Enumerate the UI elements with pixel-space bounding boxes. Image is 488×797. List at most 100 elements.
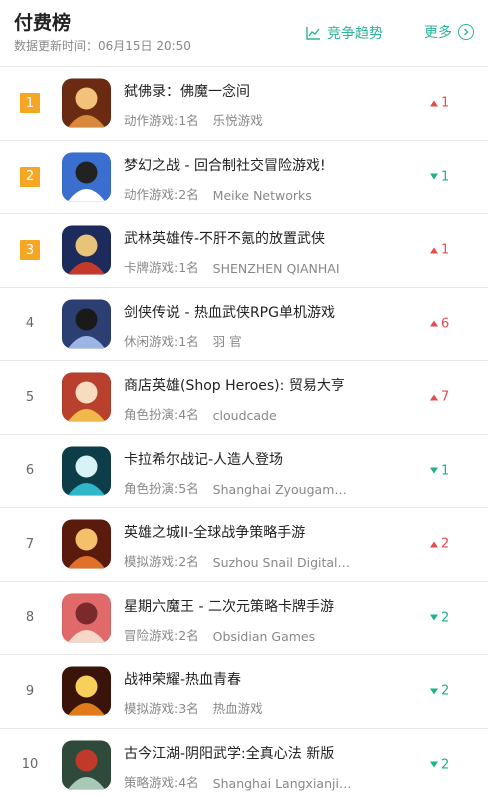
app-meta: 模拟游戏:3名 热血游戏 bbox=[124, 698, 263, 717]
app-name[interactable]: 弑佛录：佛魔一念间 bbox=[124, 81, 352, 101]
page-title: 付费榜 bbox=[14, 12, 72, 34]
app-meta: 休闲游戏:1名羽 官 bbox=[124, 331, 242, 350]
triangle-down-icon bbox=[430, 614, 438, 621]
rank-number: 3 bbox=[20, 240, 40, 261]
rank-change: 7 bbox=[430, 390, 449, 405]
triangle-down-icon bbox=[430, 688, 438, 695]
rank-change: 1 bbox=[430, 169, 449, 184]
app-row[interactable]: 10 古今江湖-阴阳武学:全真心法 新版 策略游戏:4名 Shanghai Lan… bbox=[0, 729, 488, 797]
category-rank: 卡牌游戏:1名 bbox=[124, 260, 199, 275]
app-row[interactable]: 7 英雄之城II-全球战争策略手游 模拟游戏:2名 Suzhou Snail Di… bbox=[0, 508, 488, 582]
anime-ninja-icon[interactable] bbox=[62, 593, 111, 643]
category-rank: 休闲游戏:1名 bbox=[124, 333, 199, 349]
app-name[interactable]: 剑侠传说 - 热血武侠RPG单机游戏 bbox=[124, 302, 352, 322]
app-name[interactable]: 卡拉希尔战记-人造人登场 bbox=[124, 449, 352, 469]
category-rank: 动作游戏:2名 bbox=[124, 186, 199, 202]
app-meta: 动作游戏:2名 Meike Networks bbox=[124, 184, 312, 203]
app-row[interactable]: 2 梦幻之战 - 回合制社交冒险游戏! 动作游戏:2名 Meike Network… bbox=[0, 141, 488, 214]
rank-number: 4 bbox=[25, 316, 35, 332]
rank-change-value: 1 bbox=[441, 242, 450, 258]
rank-change-value: 1 bbox=[441, 95, 450, 111]
developer-name: Meike Networks bbox=[212, 187, 312, 203]
rank-number: 2 bbox=[20, 166, 40, 187]
triangle-down-icon bbox=[430, 467, 438, 474]
rank-change-value: 6 bbox=[441, 316, 450, 332]
more-link[interactable]: 更多 bbox=[424, 22, 474, 42]
rank-number: 6 bbox=[25, 463, 35, 479]
developer-name: SHENZHEN QIANHAI bbox=[212, 261, 340, 276]
app-row[interactable]: 3 武林英雄传-不肝不氪的放置武侠 卡牌游戏:1名 SHENZHEN QIANHA… bbox=[0, 214, 488, 288]
compete-trend-label: 竞争趋势 bbox=[327, 26, 383, 42]
developer-name: Obsidian Games bbox=[212, 628, 316, 644]
app-name[interactable]: 英雄之城II-全球战争策略手游 bbox=[124, 522, 352, 542]
rank-change-value: 2 bbox=[441, 536, 450, 552]
app-name[interactable]: 古今江湖-阴阳武学:全真心法 新版 bbox=[124, 743, 352, 763]
triangle-up-icon bbox=[430, 320, 438, 327]
panda-hero-icon[interactable] bbox=[62, 152, 111, 202]
rank-change: 2 bbox=[430, 684, 449, 699]
rank-number: 7 bbox=[25, 536, 35, 552]
rank-change-value: 2 bbox=[441, 683, 450, 699]
triangle-up-icon bbox=[430, 247, 438, 254]
developer-name: 羽 官 bbox=[212, 333, 242, 349]
app-name[interactable]: 战神荣耀-热血青春 bbox=[124, 669, 352, 689]
developer-name: Suzhou Snail Digital Technology bbox=[212, 555, 353, 570]
rank-number: 8 bbox=[25, 610, 35, 626]
app-row[interactable]: 1 弑佛录：佛魔一念间 动作游戏:1名 乐悦游戏 1 bbox=[0, 67, 488, 141]
martial-hero-icon[interactable] bbox=[62, 225, 111, 275]
app-row[interactable]: 6 卡拉希尔战记-人造人登场 角色扮演:5名 Shanghai Zyougame … bbox=[0, 435, 488, 508]
app-name[interactable]: 梦幻之战 - 回合制社交冒险游戏! bbox=[124, 155, 352, 175]
rank-change: 1 bbox=[430, 96, 449, 111]
category-rank: 冒险游戏:2名 bbox=[124, 627, 199, 643]
update-time: 数据更新时间：06月15日 20:50 bbox=[14, 39, 191, 53]
buddha-warrior-icon[interactable] bbox=[62, 78, 111, 128]
app-meta: 策略游戏:4名 Shanghai Langxianji Network bbox=[124, 772, 353, 791]
rank-number: 9 bbox=[25, 683, 35, 699]
category-rank: 动作游戏:1名 bbox=[124, 113, 199, 128]
developer-name: Shanghai Langxianji Network bbox=[212, 775, 353, 791]
app-meta: 动作游戏:1名 乐悦游戏 bbox=[124, 110, 263, 129]
rank-change-value: 2 bbox=[441, 610, 450, 626]
shop-heroine-icon[interactable] bbox=[62, 372, 111, 422]
category-rank: 模拟游戏:2名 bbox=[124, 554, 199, 569]
compete-trend-link[interactable]: 竞争趋势 bbox=[306, 23, 383, 43]
developer-name: cloudcade bbox=[212, 408, 277, 423]
app-meta: 冒险游戏:2名 Obsidian Games bbox=[124, 625, 315, 644]
chevron-right-icon bbox=[458, 24, 474, 40]
category-rank: 角色扮演:4名 bbox=[124, 407, 199, 422]
rank-change-value: 1 bbox=[441, 169, 450, 185]
app-meta: 模拟游戏:2名 Suzhou Snail Digital Technology bbox=[124, 551, 353, 570]
triangle-up-icon bbox=[430, 100, 438, 107]
rank-change: 1 bbox=[430, 243, 449, 258]
spartan-warrior-icon[interactable] bbox=[62, 519, 111, 569]
page-header: 付费榜 数据更新时间：06月15日 20:50 竞争趋势 更多 bbox=[0, 0, 488, 67]
developer-name: 乐悦游戏 bbox=[212, 113, 263, 128]
rank-change: 2 bbox=[430, 757, 449, 772]
rank-number: 1 bbox=[20, 93, 40, 114]
app-row[interactable]: 8 星期六魔王 - 二次元策略卡牌手游 冒险游戏:2名 Obsidian Game… bbox=[0, 582, 488, 655]
app-name[interactable]: 商店英雄(Shop Heroes): 贸易大亨 bbox=[124, 375, 352, 395]
pirate-ship-icon[interactable] bbox=[62, 446, 111, 496]
rank-change-value: 1 bbox=[441, 463, 450, 479]
app-name[interactable]: 武林英雄传-不肝不氪的放置武侠 bbox=[124, 228, 352, 248]
flaming-sword-icon[interactable] bbox=[62, 666, 111, 716]
rank-change-value: 2 bbox=[441, 757, 450, 773]
rank-change: 6 bbox=[430, 316, 449, 331]
rank-change: 1 bbox=[430, 463, 449, 478]
category-rank: 角色扮演:5名 bbox=[124, 480, 199, 496]
masked-swordsman-icon[interactable] bbox=[62, 299, 111, 349]
app-row[interactable]: 4 剑侠传说 - 热血武侠RPG单机游戏 休闲游戏:1名羽 官 6 bbox=[0, 288, 488, 361]
rank-number: 5 bbox=[25, 389, 35, 405]
ranking-list: 1 弑佛录：佛魔一念间 动作游戏:1名 乐悦游戏 1 2 梦幻之战 - 回合制社交… bbox=[0, 67, 488, 797]
ink-warrior-icon[interactable] bbox=[62, 740, 111, 790]
triangle-down-icon bbox=[430, 173, 438, 180]
app-meta: 角色扮演:5名 Shanghai Zyougame Network bbox=[124, 478, 353, 497]
triangle-up-icon bbox=[430, 541, 438, 548]
trend-chart-icon bbox=[306, 26, 320, 40]
app-row[interactable]: 5 商店英雄(Shop Heroes): 贸易大亨 角色扮演:4名 cloudca… bbox=[0, 361, 488, 435]
app-meta: 卡牌游戏:1名 SHENZHEN QIANHAI bbox=[124, 257, 340, 276]
category-rank: 模拟游戏:3名 bbox=[124, 701, 199, 716]
app-row[interactable]: 9 战神荣耀-热血青春 模拟游戏:3名 热血游戏 2 bbox=[0, 655, 488, 729]
app-name[interactable]: 星期六魔王 - 二次元策略卡牌手游 bbox=[124, 596, 352, 616]
app-meta: 角色扮演:4名 cloudcade bbox=[124, 404, 277, 423]
